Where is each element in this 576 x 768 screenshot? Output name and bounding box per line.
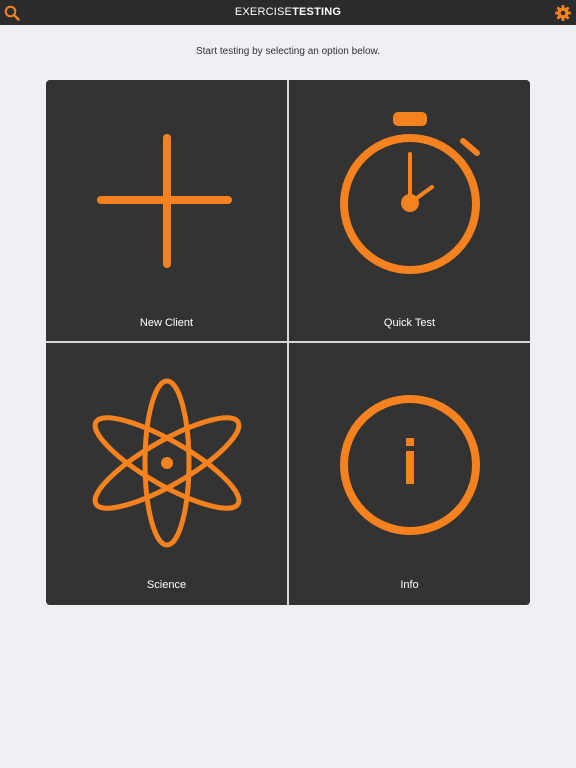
stopwatch-icon <box>340 112 480 274</box>
quick-test-tile[interactable]: Quick Test <box>289 80 530 341</box>
navigation-bar: EXERCISETESTING <box>0 0 576 25</box>
info-label: Info <box>400 579 419 591</box>
instructions-text: Start testing by selecting an option bel… <box>195 46 380 57</box>
app-title-regular: EXERCISE <box>234 6 293 18</box>
new-client-label: New Client <box>139 317 194 329</box>
app-title-bold: TESTING <box>292 6 342 18</box>
info-tile[interactable]: Info <box>289 343 530 605</box>
app-title: EXERCISETESTING <box>0 6 576 19</box>
quick-test-label: Quick Test <box>383 317 436 329</box>
gear-icon[interactable] <box>554 4 572 22</box>
plus-icon <box>97 134 232 268</box>
new-client-tile[interactable]: New Client <box>46 80 287 341</box>
science-label: Science <box>146 579 187 591</box>
science-tile[interactable]: Science <box>46 343 287 605</box>
info-icon <box>340 395 480 535</box>
options-grid: New Client Quick Test Science Info <box>46 80 530 605</box>
atom-icon <box>92 378 242 548</box>
